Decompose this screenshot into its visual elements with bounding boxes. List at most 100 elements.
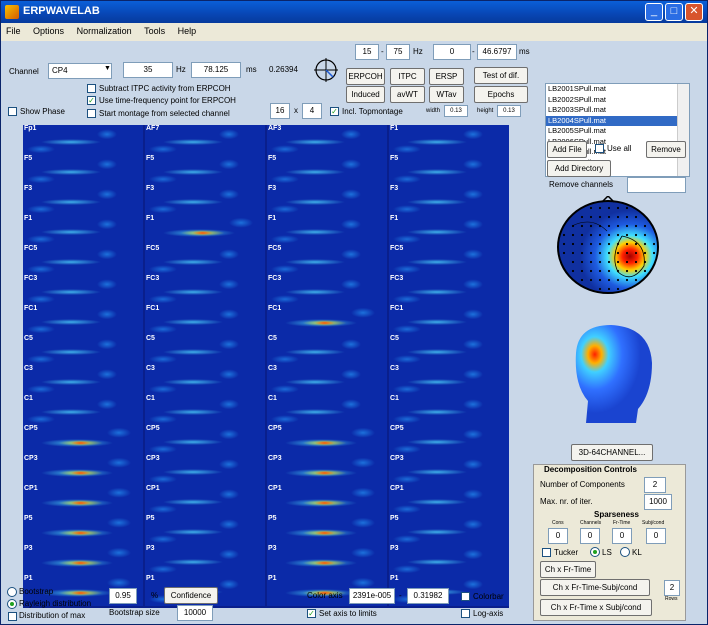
menu-help[interactable]: Help [173, 23, 202, 36]
remove-button[interactable]: Remove [646, 141, 686, 158]
tf-cell[interactable]: FC5 [389, 245, 509, 276]
tf-cell[interactable]: FC5 [23, 245, 143, 276]
sparse-cons-field[interactable]: 0 [548, 528, 568, 544]
file-item-selected[interactable]: LB2004SPull.mat [546, 115, 689, 126]
file-list-scrollbar[interactable] [677, 84, 689, 176]
bootstrap-size-field[interactable]: 10000 [177, 605, 213, 621]
tf-cell[interactable]: F5 [23, 155, 143, 186]
use-tf-point-checkbox[interactable]: ✓ [87, 96, 96, 105]
minimize-button[interactable]: _ [645, 3, 663, 21]
induced-button[interactable]: Induced [346, 86, 385, 103]
tf-cell[interactable]: P5 [267, 515, 387, 546]
tf-cell[interactable]: FC3 [145, 275, 265, 306]
tf-cell[interactable]: FC1 [145, 305, 265, 336]
test-of-dif-button[interactable]: Test of dif. [474, 67, 528, 84]
tf-cell[interactable]: CP1 [23, 485, 143, 516]
menu-normalization[interactable]: Normalization [72, 23, 137, 36]
ch-x-frtime-subj-button[interactable]: Ch x Fr-Time-Subj/cond [540, 579, 650, 596]
tf-cell[interactable]: P3 [267, 545, 387, 576]
subtract-itpc-checkbox[interactable] [87, 84, 96, 93]
height-field[interactable]: 0.13 [497, 105, 521, 117]
tf-cell[interactable]: P5 [23, 515, 143, 546]
hz-high-field[interactable]: 75 [386, 44, 410, 60]
tf-cell[interactable]: C5 [389, 335, 509, 366]
tf-cell[interactable]: C3 [389, 365, 509, 396]
tf-cell[interactable]: C1 [267, 395, 387, 426]
use-all-checkbox[interactable] [595, 144, 604, 153]
tf-cell[interactable]: Fp1 [23, 125, 143, 156]
tf-cell[interactable]: C5 [145, 335, 265, 366]
tf-cell[interactable]: C1 [145, 395, 265, 426]
3d-64channel-button[interactable]: 3D-64CHANNEL... [571, 444, 653, 461]
tf-cell[interactable]: F5 [267, 155, 387, 186]
tf-cell[interactable]: P5 [389, 515, 509, 546]
channel-select[interactable]: CP4 [48, 63, 112, 79]
ersp-button[interactable]: ERSP [429, 68, 464, 85]
crosshair-icon[interactable] [313, 57, 339, 83]
dist-max-checkbox[interactable] [8, 612, 17, 621]
width-field[interactable]: 0.13 [444, 105, 468, 117]
tf-cell[interactable]: F3 [145, 185, 265, 216]
tf-cell[interactable]: CP5 [267, 425, 387, 456]
erpcoh-button[interactable]: ERPCOH [346, 68, 385, 85]
tf-cell[interactable]: FC3 [267, 275, 387, 306]
close-button[interactable]: ✕ [685, 3, 703, 21]
ms-low-field[interactable]: 0 [433, 44, 471, 60]
tf-cell[interactable]: C1 [23, 395, 143, 426]
tf-cell[interactable]: CP5 [145, 425, 265, 456]
tf-cell[interactable]: AF3 [267, 125, 387, 156]
tf-cell[interactable]: C5 [267, 335, 387, 366]
set-axis-checkbox[interactable]: ✓ [307, 609, 316, 618]
tf-cell[interactable]: C3 [145, 365, 265, 396]
menu-options[interactable]: Options [28, 23, 69, 36]
color-axis-max-field[interactable]: 0.31982 [407, 588, 449, 604]
tf-cell[interactable]: C1 [389, 395, 509, 426]
tf-cell[interactable]: F3 [389, 185, 509, 216]
ch-x-frtime-x-subj-button[interactable]: Ch x Fr-Time x Subj/cond [540, 599, 652, 616]
tf-cell[interactable]: CP3 [267, 455, 387, 486]
ls-radio[interactable] [590, 547, 600, 557]
incl-topmontage-checkbox[interactable]: ✓ [330, 107, 339, 116]
num-components-field[interactable]: 2 [644, 477, 666, 493]
rows-field[interactable]: 16 [270, 103, 290, 119]
chevron-down-icon[interactable]: ▼ [104, 65, 111, 72]
tf-cell[interactable]: F1 [23, 215, 143, 246]
tf-cell[interactable]: F1 [145, 215, 265, 246]
tf-cell[interactable]: C3 [23, 365, 143, 396]
ms-high-field[interactable]: 46.6797 [477, 44, 517, 60]
tf-cell[interactable]: FC5 [145, 245, 265, 276]
tf-cell[interactable]: F3 [267, 185, 387, 216]
tf-cell[interactable]: F1 [267, 215, 387, 246]
wtav-button[interactable]: WTav [429, 86, 464, 103]
tf-cell[interactable]: C5 [23, 335, 143, 366]
avwt-button[interactable]: avWT [390, 86, 425, 103]
hz-low-field[interactable]: 15 [355, 44, 379, 60]
tf-cell[interactable]: CP5 [23, 425, 143, 456]
time-field[interactable]: 78.125 [191, 62, 241, 78]
tf-cell[interactable]: F5 [145, 155, 265, 186]
bootstrap-radio[interactable] [7, 587, 17, 597]
tf-cell[interactable]: FC1 [389, 305, 509, 336]
max-iter-field[interactable]: 1000 [644, 494, 672, 510]
scalp-topomap[interactable] [552, 196, 664, 298]
tf-cell[interactable]: P3 [389, 545, 509, 576]
ch-x-frtime-button[interactable]: Ch x Fr-Time [540, 561, 596, 578]
tucker-checkbox[interactable] [542, 548, 551, 557]
file-item[interactable]: LB2002SPull.mat [546, 95, 689, 106]
menu-file[interactable]: File [1, 23, 26, 36]
tf-cell[interactable]: FC1 [23, 305, 143, 336]
rayleigh-radio[interactable] [7, 599, 17, 609]
sparse-subjcond-field[interactable]: 0 [646, 528, 666, 544]
maximize-button[interactable]: □ [665, 3, 683, 21]
show-phase-checkbox[interactable] [8, 107, 17, 116]
menu-tools[interactable]: Tools [139, 23, 170, 36]
tf-cell[interactable]: C3 [267, 365, 387, 396]
kl-radio[interactable] [620, 547, 630, 557]
add-file-button[interactable]: Add File [547, 141, 587, 158]
confidence-button[interactable]: Confidence [164, 587, 218, 604]
rows-count-field[interactable]: 2 [664, 580, 680, 596]
tf-cell[interactable]: F1 [389, 125, 509, 156]
tf-cell[interactable]: CP3 [389, 455, 509, 486]
confidence-field[interactable]: 0.95 [109, 588, 137, 604]
tf-grid[interactable]: Fp1 AF7 AF3 F1 F5 F5 F5 F5 F3 F3 F3 F3 F1 F1 F1 F1 FC5 FC… [23, 125, 509, 608]
